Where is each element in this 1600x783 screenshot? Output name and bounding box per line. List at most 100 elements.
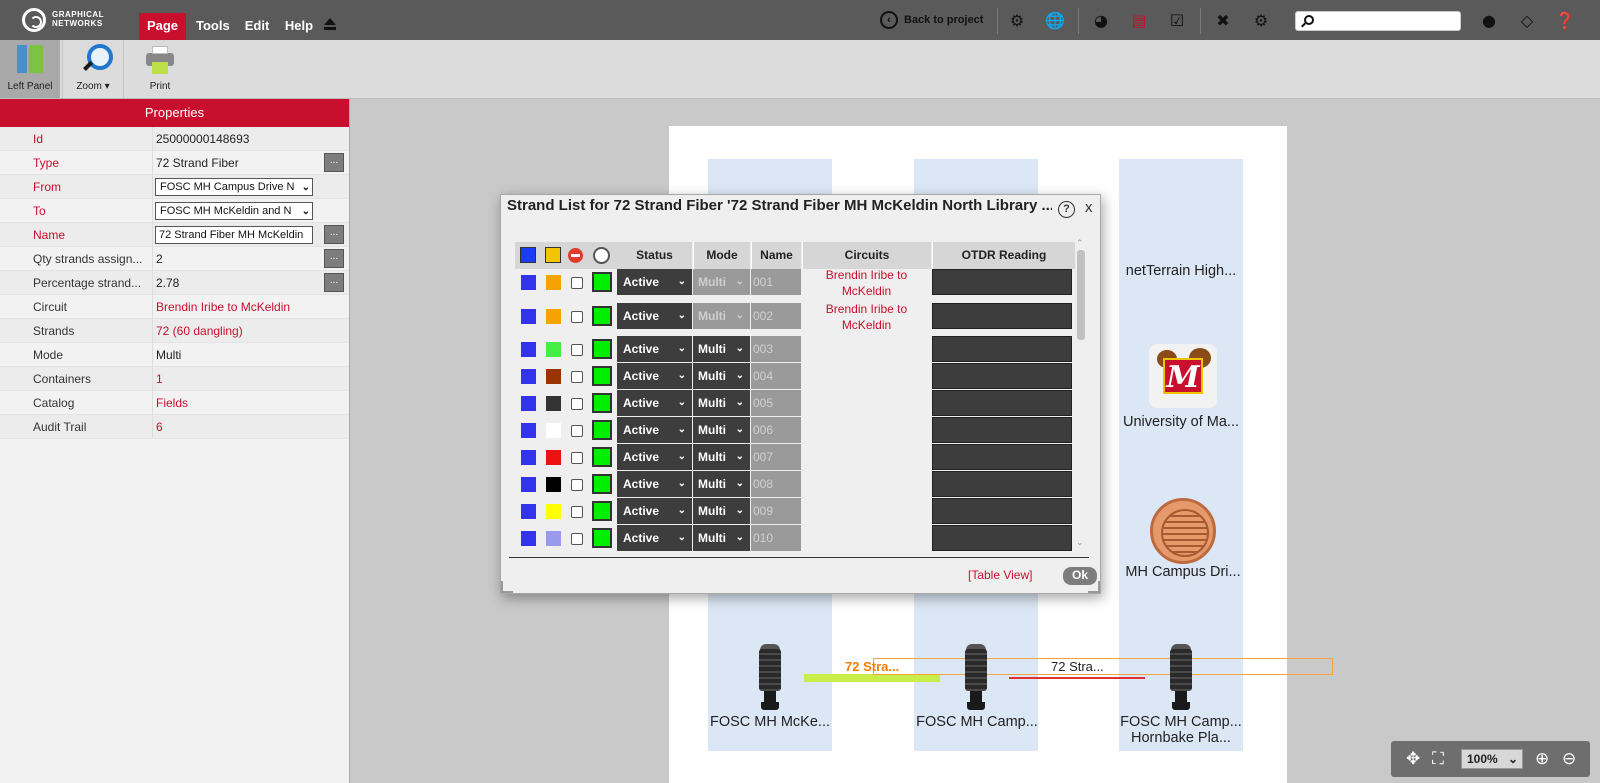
strand-status-color-icon[interactable] xyxy=(592,420,612,440)
strand-status-color-icon[interactable] xyxy=(592,501,612,521)
node-label-fosc-mckeldin[interactable]: FOSC MH McKe... xyxy=(702,714,838,730)
status-select[interactable]: Active ⌄ xyxy=(617,525,692,551)
strand-circuit-link[interactable]: Brendin Iribe to McKeldin xyxy=(802,267,931,299)
node-label-netterrain[interactable]: netTerrain High... xyxy=(1117,263,1245,279)
strand-checkbox[interactable] xyxy=(571,311,583,323)
strand-name-field[interactable]: 004 xyxy=(751,363,801,389)
mode-select[interactable]: Multi ⌄ xyxy=(693,444,750,470)
cable-label-1[interactable]: 72 Stra... xyxy=(845,659,899,674)
splice-closure-icon[interactable] xyxy=(963,644,989,710)
from-select[interactable]: FOSC MH Campus Drive N ⌄ xyxy=(155,178,313,196)
otdr-reading-field[interactable] xyxy=(932,363,1072,389)
status-select[interactable]: Active ⌄ xyxy=(617,390,692,416)
mode-select[interactable]: Multi ⌄ xyxy=(693,303,750,329)
strand-circuit-link[interactable]: Brendin Iribe to McKeldin xyxy=(802,301,931,333)
strand-row[interactable]: Active ⌄ Multi ⌄ 010 xyxy=(515,525,1075,551)
name-edit-button[interactable]: ... xyxy=(324,225,344,244)
strand-status-color-icon[interactable] xyxy=(592,474,612,494)
strand-checkbox[interactable] xyxy=(571,371,583,383)
strand-checkbox[interactable] xyxy=(571,398,583,410)
otdr-reading-field[interactable] xyxy=(932,390,1072,416)
circuits-header[interactable]: Circuits xyxy=(802,242,931,269)
node-label-fosc-campus-2[interactable]: FOSC MH Camp... xyxy=(1113,714,1249,730)
cable-line[interactable] xyxy=(1009,677,1145,679)
gauge-icon[interactable] xyxy=(593,247,610,264)
strand-status-color-icon[interactable] xyxy=(592,447,612,467)
to-select[interactable]: FOSC MH McKeldin and N ⌄ xyxy=(155,202,313,220)
settings-gear-icon[interactable]: ⚙ xyxy=(1251,11,1271,31)
strand-row[interactable]: Active ⌄ Multi ⌄ 005 xyxy=(515,390,1075,417)
scrollbar[interactable]: ⌃ ⌄ xyxy=(1076,238,1086,551)
strand-name-field[interactable]: 003 xyxy=(751,336,801,362)
select-all-blue-icon[interactable] xyxy=(520,247,536,263)
strand-name-field[interactable]: 005 xyxy=(751,390,801,416)
containers-link[interactable]: 1 xyxy=(156,372,163,386)
close-button[interactable]: x xyxy=(1085,199,1093,216)
otdr-reading-field[interactable] xyxy=(932,303,1072,329)
strand-row[interactable]: Active ⌄ Multi ⌄ 003 xyxy=(515,336,1075,363)
status-select[interactable]: Active ⌄ xyxy=(617,363,692,389)
zoom-button[interactable]: Zoom ▾ xyxy=(62,40,124,98)
strand-status-color-icon[interactable] xyxy=(592,366,612,386)
mode-select[interactable]: Multi ⌄ xyxy=(693,363,750,389)
otdr-reading-field[interactable] xyxy=(932,498,1072,524)
status-header[interactable]: Status xyxy=(617,242,692,269)
otdr-reading-field[interactable] xyxy=(932,525,1072,551)
node-label-fosc-campus[interactable]: FOSC MH Camp... xyxy=(909,714,1045,730)
status-select[interactable]: Active ⌄ xyxy=(617,471,692,497)
pan-icon[interactable]: ✥ xyxy=(1406,750,1420,768)
mode-select[interactable]: Multi ⌄ xyxy=(693,390,750,416)
list-report-icon[interactable]: ▤ xyxy=(1129,11,1149,31)
help-icon[interactable]: ? xyxy=(1058,201,1075,218)
strand-name-field[interactable]: 002 xyxy=(751,303,801,329)
catalog-link[interactable]: Fields xyxy=(156,396,188,410)
strand-row[interactable]: Active ⌄ Multi ⌄ 001 Brendin Iribe to McKeldi… xyxy=(515,267,1075,299)
status-select[interactable]: Active ⌄ xyxy=(617,269,692,295)
strand-checkbox[interactable] xyxy=(571,344,583,356)
otdr-reading-field[interactable] xyxy=(932,444,1072,470)
search-input[interactable] xyxy=(1295,11,1461,31)
scroll-up-icon[interactable]: ⌃ xyxy=(1076,238,1084,249)
dashboard-chart-icon[interactable]: ◕ xyxy=(1091,11,1111,31)
strand-name-field[interactable]: 009 xyxy=(751,498,801,524)
otdr-reading-field[interactable] xyxy=(932,471,1072,497)
cable-highlight[interactable] xyxy=(804,674,940,682)
checklist-icon[interactable]: ☑ xyxy=(1167,11,1187,31)
help-icon[interactable]: ❓ xyxy=(1555,11,1575,31)
strands-link[interactable]: 72 (60 dangling) xyxy=(156,324,243,338)
strand-checkbox[interactable] xyxy=(571,425,583,437)
strand-row[interactable]: Active ⌄ Multi ⌄ 006 xyxy=(515,417,1075,444)
tools-icon[interactable]: ✖ xyxy=(1213,11,1233,31)
menu-page[interactable]: Page xyxy=(139,13,186,40)
mode-select[interactable]: Multi ⌄ xyxy=(693,525,750,551)
node-label-mh-campus[interactable]: MH Campus Dri... xyxy=(1117,564,1249,580)
no-entry-icon[interactable] xyxy=(568,248,583,263)
status-select[interactable]: Active ⌄ xyxy=(617,417,692,443)
splice-closure-icon[interactable] xyxy=(1168,644,1194,710)
mode-select[interactable]: Multi ⌄ xyxy=(693,269,750,295)
zoom-out-icon[interactable]: ⊖ xyxy=(1562,750,1576,768)
strand-status-color-icon[interactable] xyxy=(592,339,612,359)
mode-header[interactable]: Mode xyxy=(693,242,750,269)
mode-select[interactable]: Multi ⌄ xyxy=(693,336,750,362)
strand-status-color-icon[interactable] xyxy=(592,528,612,548)
zoom-level-select[interactable]: 100% ⌄ xyxy=(1461,749,1523,769)
node-label-university[interactable]: University of Ma... xyxy=(1113,414,1249,430)
strand-row[interactable]: Active ⌄ Multi ⌄ 007 xyxy=(515,444,1075,471)
strand-row[interactable]: Active ⌄ Multi ⌄ 004 xyxy=(515,363,1075,390)
strand-checkbox[interactable] xyxy=(571,533,583,545)
print-button[interactable]: Print xyxy=(130,40,190,98)
eject-icon[interactable] xyxy=(324,18,337,31)
strand-status-color-icon[interactable] xyxy=(592,306,612,326)
menu-edit[interactable]: Edit xyxy=(244,15,270,39)
mode-select[interactable]: Multi ⌄ xyxy=(693,471,750,497)
strand-name-field[interactable]: 010 xyxy=(751,525,801,551)
otdr-reading-field[interactable] xyxy=(932,269,1072,295)
select-all-color-icon[interactable] xyxy=(545,247,561,263)
otdr-reading-field[interactable] xyxy=(932,417,1072,443)
table-view-link[interactable]: [Table View] xyxy=(968,568,1032,582)
left-panel-button[interactable]: Left Panel xyxy=(0,40,60,98)
name-header[interactable]: Name xyxy=(751,242,801,269)
ok-button[interactable]: Ok xyxy=(1063,567,1097,585)
manhole-icon[interactable] xyxy=(1150,498,1216,564)
